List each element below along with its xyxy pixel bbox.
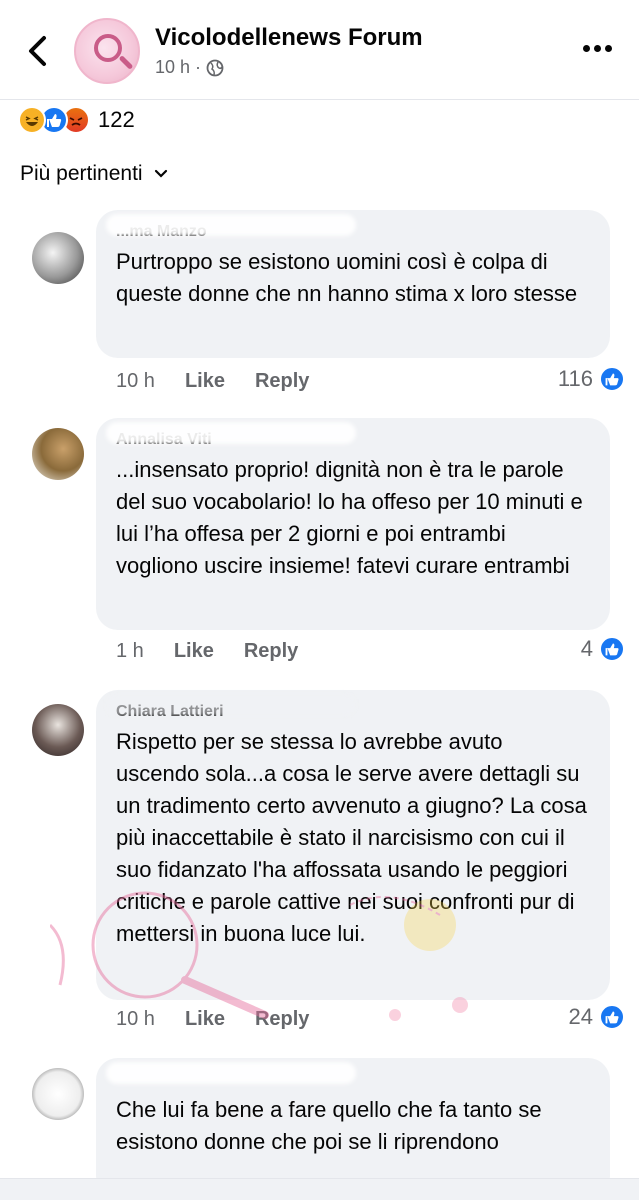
magnifier-logo-icon [94, 34, 122, 62]
chevron-down-icon [154, 169, 167, 178]
redaction-smear [106, 1062, 356, 1084]
avatar[interactable] [32, 704, 84, 756]
haha-reaction-icon [18, 106, 46, 134]
reply-button[interactable]: Reply [255, 1008, 309, 1031]
like-count: 116 [557, 366, 593, 391]
comment-text: Rispetto per se stessa lo avrebbe avuto … [116, 729, 587, 946]
comment-bubble: Che lui fa bene a fare quello che fa tan… [96, 1058, 610, 1198]
comment-text: ...insensato proprio! dignità non è tra … [116, 457, 583, 578]
more-dots-icon[interactable] [583, 38, 617, 58]
like-button[interactable]: Like [185, 370, 225, 393]
post-header: Vicolodellenews Forum 10 h · [0, 0, 639, 100]
like-badge-icon [599, 366, 625, 392]
comment-likes[interactable]: 116 [558, 366, 625, 392]
comment-bubble: ...ma Manzo Purtroppo se esistono uomini… [96, 210, 610, 358]
reactions-summary[interactable]: 122 [18, 105, 135, 135]
chevron-left-icon[interactable] [24, 34, 52, 68]
redaction-smear [106, 214, 356, 236]
like-button[interactable]: Like [174, 640, 214, 663]
like-badge-icon [599, 636, 625, 662]
comment-likes[interactable]: 4 [581, 636, 625, 662]
comment-text: Purtroppo se esistono uomini così è colp… [116, 249, 578, 306]
like-count: 24 [568, 1004, 593, 1029]
comment-bubble: Annalisa Viti ...insensato proprio! dign… [96, 418, 610, 630]
like-button[interactable]: Like [185, 1008, 225, 1031]
dot-separator: · [195, 57, 202, 77]
bottom-composer-bar [0, 1178, 639, 1200]
comment-time[interactable]: 1 h [116, 640, 144, 663]
comment-likes[interactable]: 24 [569, 1004, 625, 1030]
avatar[interactable] [32, 428, 84, 480]
reply-button[interactable]: Reply [255, 370, 309, 393]
page-avatar[interactable] [74, 18, 140, 84]
post-meta: 10 h · [155, 57, 224, 78]
redaction-smear [106, 422, 356, 444]
globe-icon [206, 59, 224, 76]
comment-text: Che lui fa bene a fare quello che fa tan… [116, 1097, 542, 1154]
comment-actions: 10 h Like Reply [116, 1008, 309, 1031]
comment-time[interactable]: 10 h [116, 1008, 155, 1031]
avatar[interactable] [32, 1068, 84, 1120]
comment-actions: 10 h Like Reply [116, 370, 309, 393]
comment-actions: 1 h Like Reply [116, 640, 298, 663]
reply-button[interactable]: Reply [244, 640, 298, 663]
comment-sort-dropdown[interactable]: Più pertinenti [20, 162, 169, 186]
page-name[interactable]: Vicolodellenews Forum [155, 24, 423, 52]
redaction-smear [106, 694, 356, 716]
like-count: 4 [580, 636, 593, 661]
like-badge-icon [599, 1004, 625, 1030]
comment-time[interactable]: 10 h [116, 370, 155, 393]
sort-label: Più pertinenti [20, 162, 143, 185]
avatar[interactable] [32, 232, 84, 284]
reaction-count: 122 [98, 107, 135, 132]
post-time[interactable]: 10 h [155, 57, 190, 78]
comment-bubble: Chiara Lattieri Rispetto per se stessa l… [96, 690, 610, 1000]
